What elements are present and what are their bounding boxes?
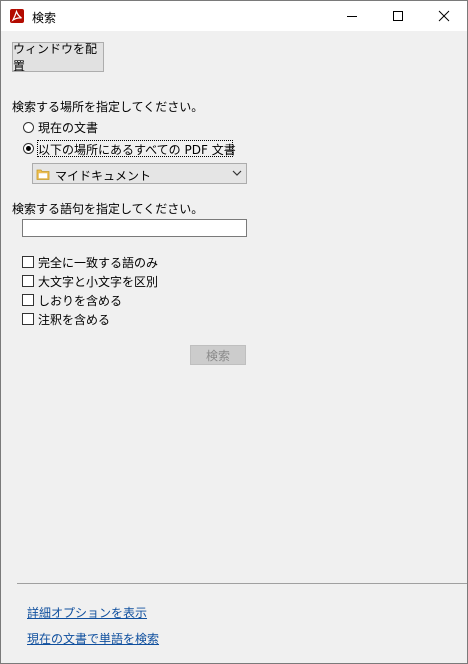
checkbox-bookmarks[interactable] [22,294,34,306]
radio-all-pdfs[interactable] [23,143,34,154]
radio-all-pdfs-label[interactable]: 以下の場所にあるすべての PDF 文書 [38,141,236,158]
minimize-button[interactable] [329,1,375,31]
checkbox-comments[interactable] [22,313,34,325]
location-dropdown[interactable]: マイドキュメント [32,163,247,184]
title-bar: 検索 [1,1,467,31]
close-button[interactable] [421,1,467,31]
divider [17,583,467,584]
checkbox-comments-label[interactable]: 注釈を含める [38,311,110,328]
query-heading: 検索する語句を指定してください。 [12,202,204,216]
chevron-down-icon [232,170,242,176]
search-button[interactable]: 検索 [190,345,246,365]
advanced-options-link[interactable]: 詳細オプションを表示 [27,604,147,621]
checkbox-case-sensitive-label[interactable]: 大文字と小文字を区別 [38,273,158,290]
window-title: 検索 [32,11,57,25]
checkbox-case-sensitive[interactable] [22,275,34,287]
checkbox-whole-words-label[interactable]: 完全に一致する語のみ [38,254,158,271]
search-window: 検索 ウィンドウを配置 検索する場所を指定してください。 現在の文書 以下の場所… [0,0,468,664]
acrobat-icon [10,9,24,23]
arrange-windows-button[interactable]: ウィンドウを配置 [12,42,104,73]
folder-icon [36,169,50,180]
maximize-icon [393,11,403,21]
radio-current-document[interactable] [23,122,34,133]
location-dropdown-value: マイドキュメント [55,169,152,183]
location-heading: 検索する場所を指定してください。 [12,100,204,114]
close-icon [438,10,450,22]
find-in-document-link[interactable]: 現在の文書で単語を検索 [27,630,159,647]
checkbox-bookmarks-label[interactable]: しおりを含める [38,292,122,309]
radio-current-document-label[interactable]: 現在の文書 [38,119,98,136]
minimize-icon [347,16,357,17]
search-query-input[interactable] [22,219,247,237]
checkbox-whole-words[interactable] [22,256,34,268]
maximize-button[interactable] [375,1,421,31]
radio-selected-dot [26,146,31,151]
